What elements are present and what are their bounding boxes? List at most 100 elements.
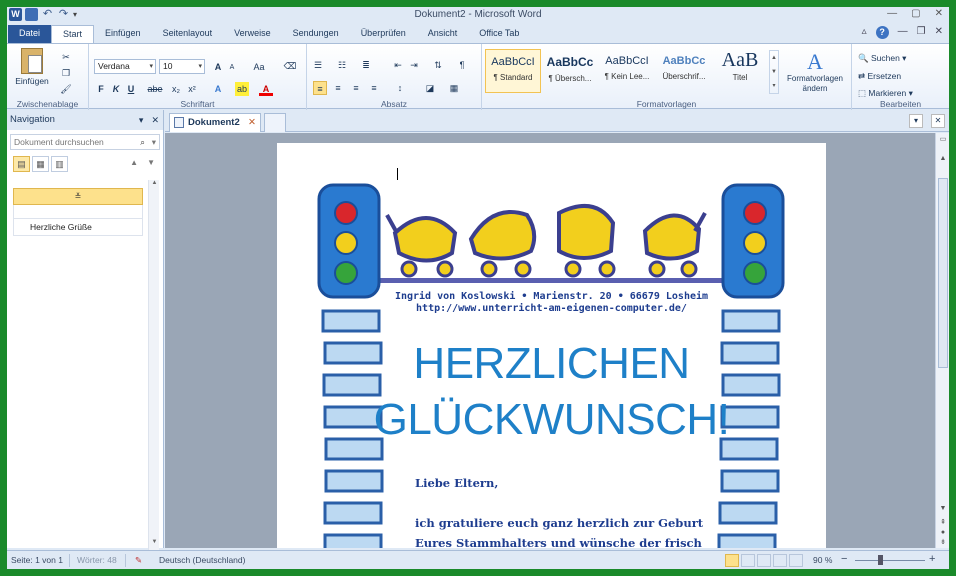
shrink-font-icon[interactable]: A (225, 61, 239, 75)
style-title[interactable]: AaB Titel (712, 49, 768, 93)
scroll-down-arrow-icon[interactable]: ▼ (936, 505, 949, 512)
paste-button[interactable]: Einfügen (13, 48, 51, 92)
results-view-icon[interactable]: ▥ (51, 156, 68, 172)
style-heading2[interactable]: AaBbCc Überschrif... (656, 49, 712, 93)
new-tab-button[interactable] (264, 113, 286, 132)
tab-start[interactable]: Start (51, 25, 95, 43)
minimize-ribbon-icon[interactable]: ▵ (862, 26, 867, 39)
nav-heading-item[interactable]: Herzliche Grüße (13, 219, 143, 236)
tab-office-tab[interactable]: Office Tab (468, 25, 530, 43)
close-all-icon[interactable]: ✕ (931, 114, 945, 128)
replace-button[interactable]: ⇄ Ersetzen (858, 71, 901, 82)
format-painter-icon[interactable]: 🖌 (59, 82, 73, 96)
document-tab[interactable]: Dokument2 ✕ (169, 113, 261, 132)
align-left-button[interactable]: ≡ (313, 81, 327, 95)
maximize-button[interactable]: ▢ (911, 8, 920, 19)
clear-format-icon[interactable]: ⌫ (283, 59, 297, 73)
vertical-scrollbar[interactable]: ▭ ▲ ▼ ⇞ ● ⇟ (935, 133, 949, 548)
headings-view-icon[interactable]: ▤ (13, 156, 30, 172)
next-page-icon[interactable]: ⇟ (936, 538, 949, 546)
align-center-button[interactable]: ≡ (331, 81, 345, 95)
pages-view-icon[interactable]: ▦ (32, 156, 49, 172)
help-icon[interactable]: ? (875, 26, 889, 39)
strikethrough-button[interactable]: abe (145, 82, 165, 96)
full-screen-reading-icon[interactable] (741, 554, 755, 567)
nav-scrollbar[interactable]: ▲ ▼ (148, 180, 159, 550)
document-page[interactable]: Ingrid von Koslowski • Marienstr. 20 • 6… (277, 143, 826, 548)
tab-insert[interactable]: Einfügen (94, 25, 152, 43)
doc-close-button[interactable]: ✕ (935, 26, 943, 39)
nav-menu-icon[interactable]: ▾ (139, 110, 144, 130)
tab-close-icon[interactable]: ✕ (248, 114, 256, 131)
proofing-icon[interactable]: ✎ (135, 555, 142, 566)
zoom-in-button[interactable]: + (929, 553, 935, 565)
search-icon[interactable]: ⌕ (140, 135, 145, 149)
multilevel-list-icon[interactable]: ≣ (359, 58, 373, 72)
font-size-combo[interactable]: 10 ▾ (159, 59, 205, 74)
close-button[interactable]: ✕ (935, 8, 943, 19)
search-options-icon[interactable]: ▾ (152, 135, 156, 149)
decrease-indent-icon[interactable]: ⇤ (391, 58, 405, 72)
print-layout-icon[interactable] (725, 554, 739, 567)
page-count[interactable]: Seite: 1 von 1 (11, 555, 63, 565)
doc-restore-button[interactable]: ❐ (917, 26, 926, 39)
style-heading1[interactable]: AaBbCc ¶ Übersch... (542, 49, 598, 93)
grow-font-icon[interactable]: A (211, 60, 225, 74)
font-name-combo[interactable]: Verdana ▾ (94, 59, 156, 74)
ruler-toggle-icon[interactable]: ▭ (936, 135, 949, 143)
style-standard[interactable]: AaBbCcI ¶ Standard (485, 49, 541, 93)
numbering-icon[interactable]: ☷ (335, 58, 349, 72)
shading-icon[interactable]: ◪ (423, 81, 437, 95)
subscript-button[interactable]: x₂ (169, 82, 183, 96)
nav-close-icon[interactable]: ✕ (151, 110, 159, 130)
tab-list-icon[interactable]: ▾ (909, 114, 923, 128)
next-heading-icon[interactable]: ▼ (147, 158, 155, 167)
italic-button[interactable]: K (109, 82, 123, 96)
zoom-slider-thumb[interactable] (878, 555, 883, 565)
highlight-color-icon[interactable]: ab (235, 82, 249, 96)
word-count[interactable]: Wörter: 48 (77, 555, 117, 565)
show-formatting-button[interactable]: ¶ (455, 58, 469, 72)
bold-button[interactable]: F (94, 82, 108, 96)
borders-icon[interactable]: ▦ (447, 81, 461, 95)
cut-icon[interactable]: ✂ (59, 50, 73, 64)
bullets-icon[interactable]: ☰ (311, 58, 325, 72)
doc-minimize-button[interactable]: — (898, 26, 908, 39)
change-case-icon[interactable]: Aa (250, 60, 268, 74)
find-button[interactable]: 🔍 Suchen ▾ (858, 53, 906, 64)
style-no-spacing[interactable]: AaBbCcI ¶ Kein Lee... (599, 49, 655, 93)
nav-search-input[interactable]: Dokument durchsuchen ⌕ ▾ (10, 134, 160, 150)
scroll-up-arrow-icon[interactable]: ▲ (936, 155, 949, 162)
zoom-level[interactable]: 90 % (813, 555, 832, 565)
zoom-slider[interactable] (855, 560, 925, 561)
scroll-thumb[interactable] (938, 178, 948, 368)
underline-button[interactable]: U (124, 82, 138, 96)
text-effects-icon[interactable]: A (211, 82, 225, 96)
language[interactable]: Deutsch (Deutschland) (159, 555, 245, 565)
change-styles-button[interactable]: A Formatvorlagen ändern (782, 50, 848, 94)
zoom-out-button[interactable]: − (841, 553, 847, 565)
tab-view[interactable]: Ansicht (417, 25, 469, 43)
tab-page-layout[interactable]: Seitenlayout (152, 25, 224, 43)
web-layout-icon[interactable] (757, 554, 771, 567)
font-color-icon[interactable]: A (259, 82, 273, 96)
sort-icon[interactable]: ⇅ (431, 58, 445, 72)
tab-file[interactable]: Datei (8, 25, 52, 43)
draft-view-icon[interactable] (789, 554, 803, 567)
justify-button[interactable]: ≡ (367, 81, 381, 95)
nav-heading-collapse[interactable]: ≚ (13, 188, 143, 205)
copy-icon[interactable]: ❐ (59, 66, 73, 80)
tab-review[interactable]: Überprüfen (350, 25, 417, 43)
browse-object-icon[interactable]: ● (936, 529, 949, 536)
superscript-button[interactable]: x² (185, 82, 199, 96)
increase-indent-icon[interactable]: ⇥ (407, 58, 421, 72)
scroll-up-icon[interactable]: ▲ (149, 180, 160, 191)
line-spacing-icon[interactable]: ↕ (393, 81, 407, 95)
tab-references[interactable]: Verweise (223, 25, 282, 43)
tab-mailings[interactable]: Sendungen (282, 25, 350, 43)
select-button[interactable]: ⬚ Markieren ▾ (858, 88, 913, 99)
previous-page-icon[interactable]: ⇞ (936, 518, 949, 526)
minimize-button[interactable]: — (887, 8, 897, 19)
align-right-button[interactable]: ≡ (349, 81, 363, 95)
previous-heading-icon[interactable]: ▲ (130, 158, 138, 167)
